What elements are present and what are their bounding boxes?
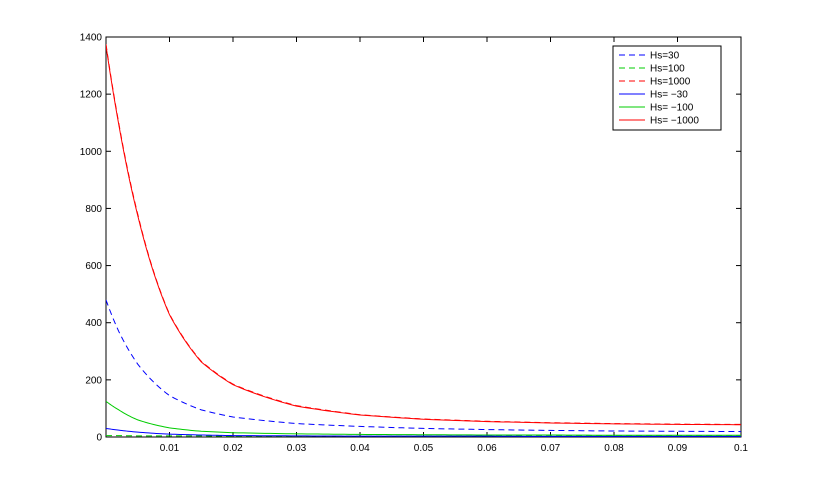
x-tick-label: 0.02 [223, 443, 243, 454]
y-tick-label: 0 [96, 433, 102, 444]
x-tick-label: 0.07 [541, 443, 561, 454]
legend-label: Hs=100 [650, 64, 685, 75]
y-tick-label: 400 [85, 318, 102, 329]
x-tick-label: 0.03 [287, 443, 307, 454]
y-tick-label: 600 [85, 261, 102, 272]
legend: Hs=30 Hs=100 Hs=1000 Hs= −30 Hs= −100 Hs= −10… [612, 45, 722, 131]
x-tick-label: 0.1 [734, 443, 748, 454]
y-tick-label: 1000 [80, 147, 103, 158]
legend-label: Hs= −100 [650, 103, 694, 114]
legend-label: Hs=30 [650, 51, 680, 62]
x-tick-label: 0.04 [350, 443, 370, 454]
y-tick-label: 1200 [80, 90, 103, 101]
y-tick-label: 200 [85, 375, 102, 386]
x-tick-label: 0.08 [604, 443, 624, 454]
line-chart: 0.01 0.02 0.03 0.04 0.05 0.06 0.07 0.08 0.09 0.1 … [80, 33, 749, 455]
legend-label: Hs= −1000 [650, 116, 699, 127]
x-tick-label: 0.09 [668, 443, 688, 454]
x-tick-label: 0.05 [414, 443, 434, 454]
x-tick-label: 0.06 [477, 443, 497, 454]
legend-label: Hs=1000 [650, 77, 691, 88]
legend-label: Hs= −30 [650, 90, 688, 101]
x-tick-label: 0.01 [160, 443, 180, 454]
y-tick-label: 800 [85, 204, 102, 215]
y-tick-label: 1400 [80, 33, 103, 44]
